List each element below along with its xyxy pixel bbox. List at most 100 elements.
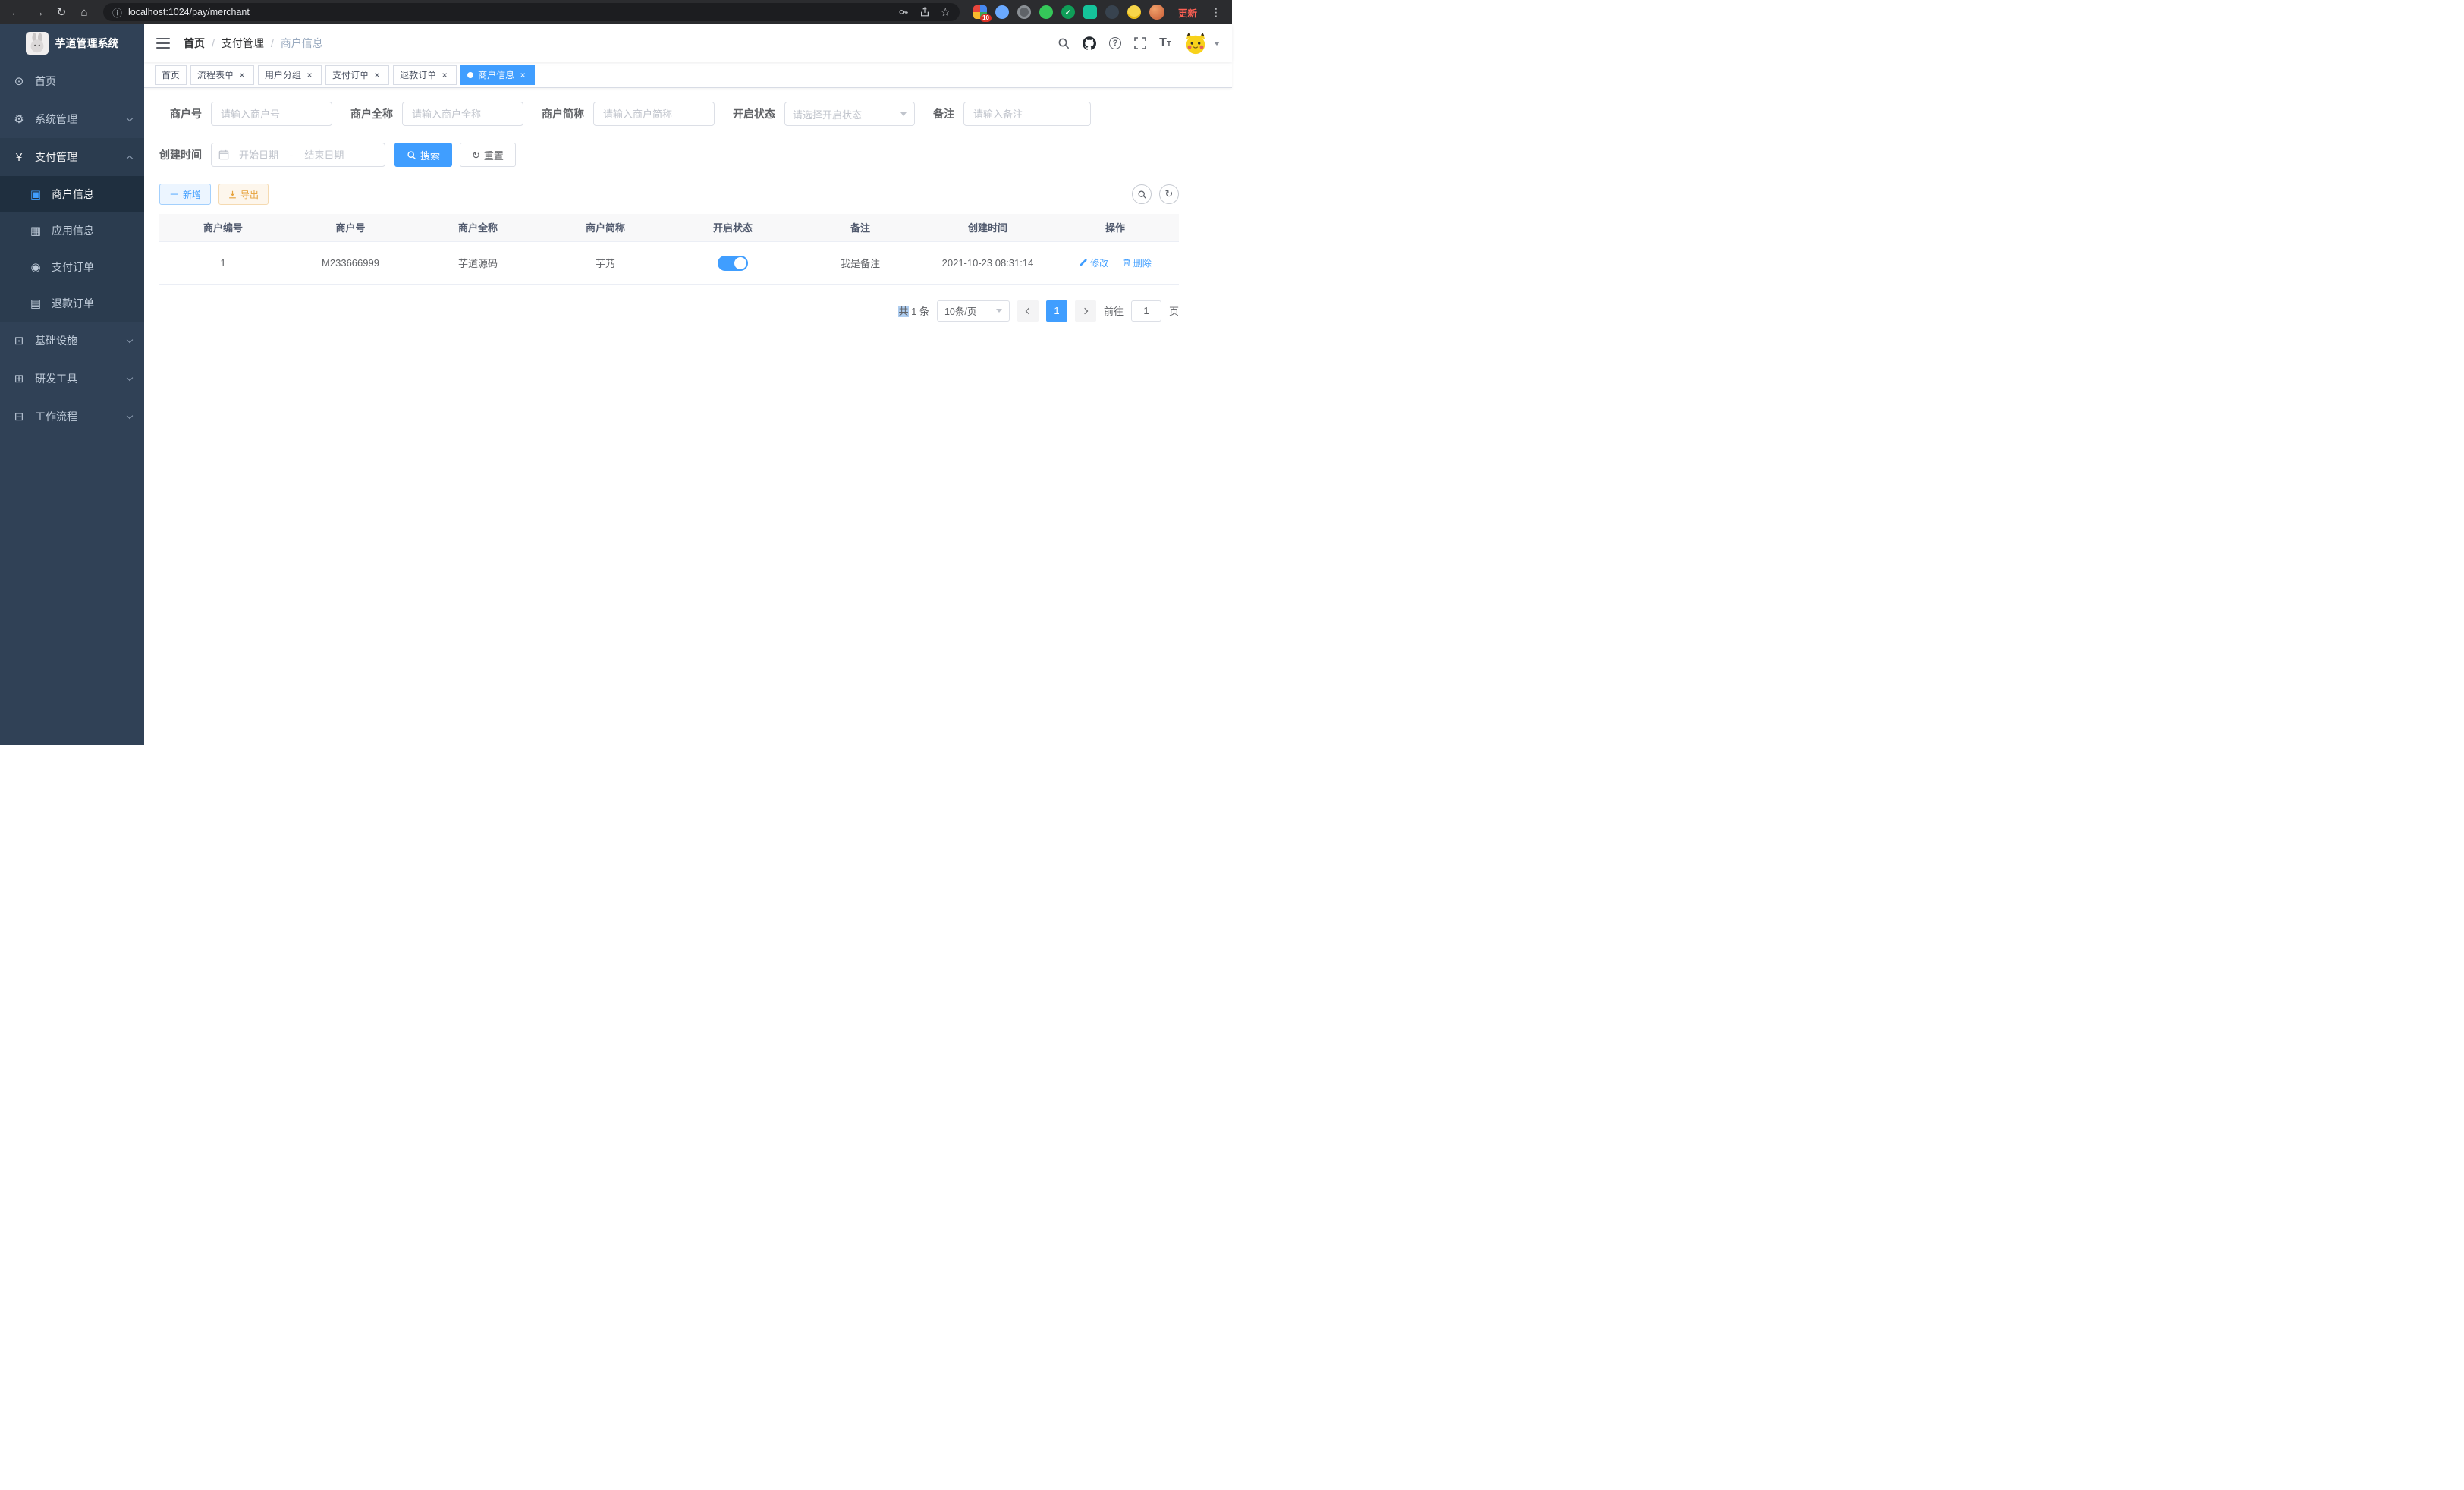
extension-green-square-icon[interactable] xyxy=(1083,5,1097,19)
prev-page-button[interactable] xyxy=(1017,300,1039,322)
sidebar-item-workflow[interactable]: ⊟ 工作流程 xyxy=(0,398,144,435)
tab-process-form[interactable]: 流程表单 × xyxy=(190,65,254,85)
tab-user-group[interactable]: 用户分组 × xyxy=(258,65,322,85)
browser-forward-icon[interactable]: → xyxy=(29,2,49,22)
tab-close-icon[interactable]: × xyxy=(304,70,315,80)
tags-view-bar: 首页 流程表单 × 用户分组 × 支付订单 × 退款订单 × 商户信息 × xyxy=(144,62,1232,88)
tab-merchant-info[interactable]: 商户信息 × xyxy=(460,65,535,85)
tab-label: 退款订单 xyxy=(400,68,436,81)
share-icon[interactable] xyxy=(919,7,930,17)
sidebar-item-home[interactable]: ⊙ 首页 xyxy=(0,62,144,100)
sidebar-item-label: 应用信息 xyxy=(52,223,94,238)
chevron-down-icon xyxy=(127,336,133,342)
export-button-label: 导出 xyxy=(240,188,259,201)
sidebar: 芋道管理系统 ⊙ 首页 ⚙ 系统管理 ¥ 支付管理 ▣ 商户信息 xyxy=(0,24,144,745)
date-range-picker[interactable]: - xyxy=(211,143,385,167)
browser-home-icon[interactable]: ⌂ xyxy=(74,2,94,22)
fullscreen-icon[interactable] xyxy=(1134,37,1146,49)
sidebar-item-infrastructure[interactable]: ⊡ 基础设施 xyxy=(0,322,144,360)
next-page-button[interactable] xyxy=(1075,300,1096,322)
cell-status xyxy=(669,241,797,284)
site-info-icon[interactable]: ⓘ xyxy=(112,5,122,20)
browser-profile-avatar[interactable] xyxy=(1149,5,1164,20)
chevron-down-icon xyxy=(127,412,133,418)
end-date-input[interactable] xyxy=(296,149,352,161)
order-icon: ◉ xyxy=(29,260,42,274)
tab-refund-order[interactable]: 退款订单 × xyxy=(393,65,457,85)
extension-check-icon[interactable]: ✓ xyxy=(1061,5,1075,19)
bookmark-star-icon[interactable]: ☆ xyxy=(941,5,951,19)
page-size-select[interactable]: 10条/页 xyxy=(937,300,1010,322)
sidebar-item-system[interactable]: ⚙ 系统管理 xyxy=(0,100,144,138)
gear-icon: ⚙ xyxy=(12,112,26,126)
sidebar-item-pay-order[interactable]: ◉ 支付订单 xyxy=(0,249,144,285)
goto-label: 前往 xyxy=(1104,303,1124,318)
toggle-search-button[interactable] xyxy=(1132,184,1152,204)
calendar-icon xyxy=(218,149,229,160)
merchant-icon: ▣ xyxy=(29,187,42,201)
font-size-icon[interactable]: TT xyxy=(1159,36,1171,50)
sidebar-item-merchant-info[interactable]: ▣ 商户信息 xyxy=(0,176,144,212)
password-key-icon[interactable] xyxy=(898,7,909,17)
add-button[interactable]: ＋ 新增 xyxy=(159,184,211,205)
user-avatar[interactable] xyxy=(1184,32,1207,55)
header-remark: 备注 xyxy=(797,214,924,241)
export-button[interactable]: 导出 xyxy=(218,184,269,205)
sidebar-item-app-info[interactable]: ▦ 应用信息 xyxy=(0,212,144,249)
extension-dark-icon[interactable] xyxy=(1105,5,1119,19)
merchant-no-input[interactable] xyxy=(211,102,332,126)
breadcrumb-home[interactable]: 首页 xyxy=(184,36,205,51)
page-size-value: 10条/页 xyxy=(944,303,976,318)
status-toggle[interactable] xyxy=(718,256,748,271)
browser-reload-icon[interactable]: ↻ xyxy=(52,2,71,22)
goto-page-input[interactable] xyxy=(1131,300,1161,322)
delete-link[interactable]: 删除 xyxy=(1122,256,1152,269)
delete-link-label: 删除 xyxy=(1133,256,1152,269)
search-button[interactable]: 搜索 xyxy=(394,143,452,167)
sidebar-item-devtools[interactable]: ⊞ 研发工具 xyxy=(0,360,144,398)
toolbar-right-icons: ↻ xyxy=(1132,184,1179,204)
tab-home[interactable]: 首页 xyxy=(155,65,187,85)
field-remark: 备注 xyxy=(933,102,1091,126)
full-name-input[interactable] xyxy=(402,102,523,126)
tab-close-icon[interactable]: × xyxy=(517,70,528,80)
extension-face-icon[interactable] xyxy=(1127,5,1141,19)
remark-input[interactable] xyxy=(963,102,1091,126)
tab-close-icon[interactable]: × xyxy=(372,70,382,80)
sidebar-item-label: 支付订单 xyxy=(52,259,94,275)
search-icon[interactable] xyxy=(1058,37,1070,49)
extensions-grid-icon[interactable]: 10 xyxy=(973,5,987,19)
browser-menu-icon[interactable]: ⋮ xyxy=(1206,2,1226,22)
help-icon[interactable]: ? xyxy=(1109,37,1121,49)
reset-button[interactable]: ↻ 重置 xyxy=(460,143,516,167)
refresh-table-button[interactable]: ↻ xyxy=(1159,184,1179,204)
breadcrumb-current: 商户信息 xyxy=(281,36,323,51)
browser-back-icon[interactable]: ← xyxy=(6,2,26,22)
extension-green-icon[interactable] xyxy=(1039,5,1053,19)
sidebar-item-payment[interactable]: ¥ 支付管理 xyxy=(0,138,144,176)
refresh-icon: ↻ xyxy=(472,150,480,160)
extension-gray-icon[interactable] xyxy=(1017,5,1031,19)
header-actions: 操作 xyxy=(1051,214,1179,241)
edit-link[interactable]: 修改 xyxy=(1079,256,1108,269)
hamburger-icon[interactable] xyxy=(156,38,170,49)
address-bar[interactable]: ⓘ localhost:1024/pay/merchant ☆ xyxy=(103,3,960,21)
status-select[interactable]: 请选择开启状态 xyxy=(784,102,915,126)
browser-update-button[interactable]: 更新 xyxy=(1172,5,1203,20)
cell-merchant-id: 1 xyxy=(159,241,287,284)
tab-pay-order[interactable]: 支付订单 × xyxy=(325,65,389,85)
tab-close-icon[interactable]: × xyxy=(439,70,450,80)
sidebar-item-label: 研发工具 xyxy=(35,371,77,386)
header-create-time: 创建时间 xyxy=(924,214,1051,241)
github-icon[interactable] xyxy=(1083,36,1096,50)
app-logo[interactable]: 芋道管理系统 xyxy=(0,24,144,62)
short-name-input[interactable] xyxy=(593,102,715,126)
cell-short-name: 芋艿 xyxy=(542,241,669,284)
sidebar-item-label: 工作流程 xyxy=(35,409,77,424)
start-date-input[interactable] xyxy=(231,149,287,161)
tab-close-icon[interactable]: × xyxy=(237,70,247,80)
page-1-button[interactable]: 1 xyxy=(1046,300,1067,322)
avatar-caret-icon[interactable] xyxy=(1214,42,1220,46)
extension-blue-icon[interactable] xyxy=(995,5,1009,19)
sidebar-item-refund-order[interactable]: ▤ 退款订单 xyxy=(0,285,144,322)
